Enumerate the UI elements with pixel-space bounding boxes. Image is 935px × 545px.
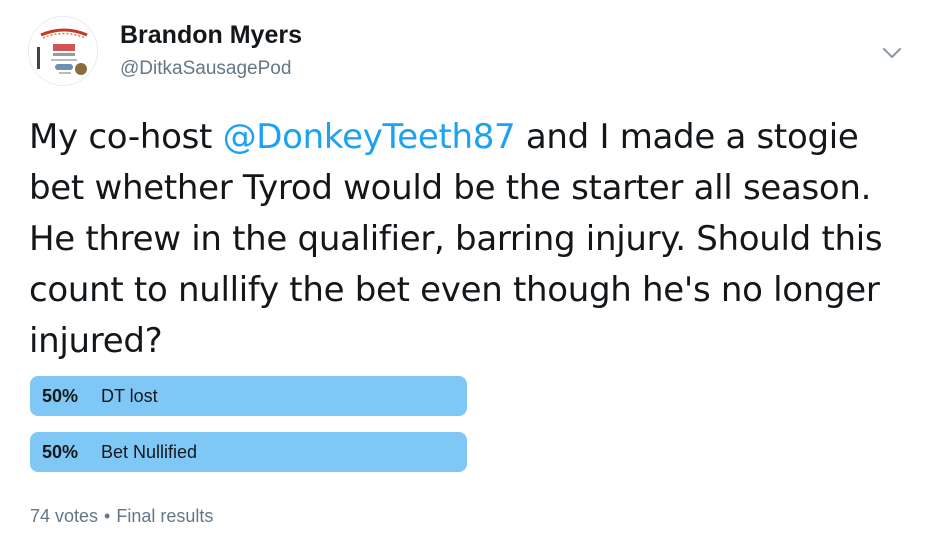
tweet-text-part: My co-host [29,117,223,157]
tweet-card: Brandon Myers @DitkaSausagePod My co-hos… [0,0,935,545]
poll-status: Final results [116,506,214,526]
author-name[interactable]: Brandon Myers [120,20,302,50]
poll-vote-count: 74 votes [30,506,99,526]
poll-percent: 50% [42,442,79,462]
author-handle[interactable]: @DitkaSausagePod [120,57,291,81]
poll-option-label: DT lost [101,386,158,406]
podcast-logo-icon [29,17,97,85]
avatar[interactable] [28,16,98,86]
chevron-down-icon[interactable] [881,42,903,64]
separator-dot: • [104,506,111,526]
poll-meta: 74 votes • Final results [30,504,213,528]
tweet-text: My co-host @DonkeyTeeth87 and I made a s… [29,112,909,367]
poll-option-label: Bet Nullified [101,442,198,462]
poll-option: 50% Bet Nullified [30,432,467,472]
poll-percent: 50% [42,386,79,406]
poll-option: 50% DT lost [30,376,467,416]
mention-link[interactable]: @DonkeyTeeth87 [223,117,516,157]
